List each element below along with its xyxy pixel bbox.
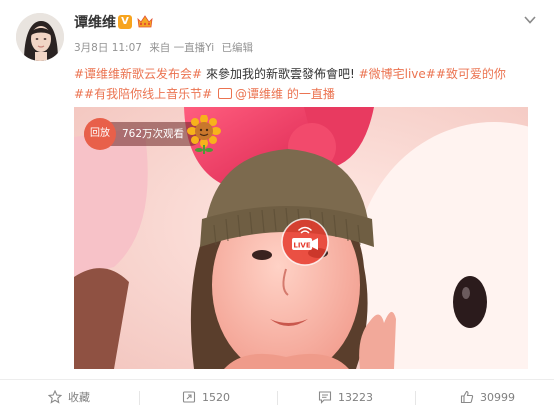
mention-link[interactable]: @谭维维 (235, 87, 283, 101)
like-count: 30999 (480, 391, 515, 404)
repost-button[interactable]: 1520 (182, 388, 230, 408)
comment-count: 13223 (338, 391, 373, 404)
repost-count: 1520 (202, 391, 230, 404)
thumbs-up-icon (460, 390, 474, 404)
replay-badge: 回放 (84, 118, 116, 150)
chevron-down-icon[interactable] (523, 12, 537, 26)
post-edited-label[interactable]: 已编辑 (221, 42, 253, 54)
action-separator (139, 391, 140, 405)
view-count: 762万次观看 (122, 128, 185, 140)
action-separator (415, 391, 416, 405)
weibo-post-card: 谭维维 V 3月8日 11:07 来自 一直播Yi 已编辑 #谭维维新歌云发布会… (0, 0, 554, 412)
vip-crown-icon (136, 13, 154, 31)
post-meta: 3月8日 11:07 来自 一直播Yi 已编辑 (74, 41, 257, 55)
live-link-icon (218, 88, 232, 99)
repost-icon (182, 391, 196, 403)
post-source: 来自 一直播Yi (149, 42, 215, 54)
live-label: LIVE (293, 242, 310, 250)
favorite-button[interactable]: 收藏 (47, 388, 90, 408)
like-button[interactable]: 30999 (460, 388, 515, 408)
post-text: #谭维维新歌云发布会# 來參加我的新歌雲發佈會吧! #微博宅live##致可爱的… (74, 64, 544, 104)
sunflower-icon (186, 114, 222, 155)
author-name[interactable]: 谭维维 (74, 13, 116, 33)
topic-link[interactable]: #谭维维新歌云发布会# (74, 67, 202, 81)
verified-badge-icon: V (118, 15, 132, 29)
topic-link[interactable]: ##有我陪你线上音乐节# (74, 87, 212, 101)
video-player[interactable]: 回放 762万次观看 LIVE (74, 107, 528, 369)
comment-icon (318, 391, 332, 404)
favorite-label: 收藏 (68, 391, 90, 404)
live-play-button[interactable]: LIVE (281, 218, 329, 266)
author-avatar[interactable] (16, 13, 64, 61)
action-separator (277, 391, 278, 405)
footer-divider (0, 379, 554, 380)
post-timestamp[interactable]: 3月8日 11:07 (74, 42, 142, 54)
topic-link[interactable]: #致可爱的你 (436, 67, 506, 81)
star-icon (47, 389, 63, 404)
post-body-text: 來參加我的新歌雲發佈會吧! (202, 67, 359, 81)
topic-link[interactable]: #微博宅live# (359, 67, 436, 81)
live-source-link[interactable]: 的一直播 (283, 87, 335, 101)
comment-button[interactable]: 13223 (318, 388, 373, 408)
